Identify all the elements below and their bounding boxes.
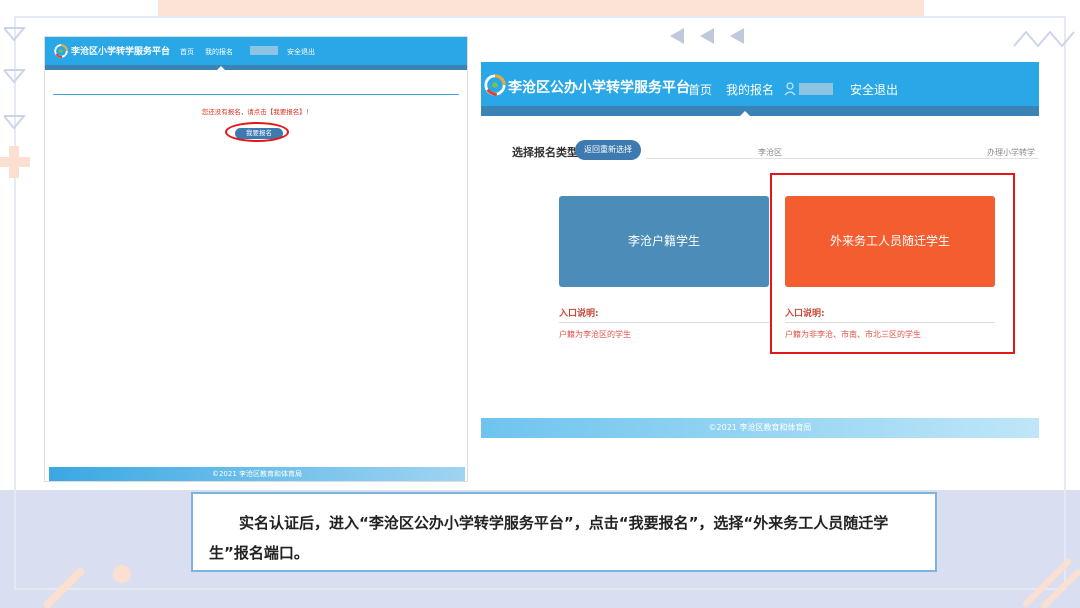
left-platform-title: 李沧区小学转学服务平台 [71,47,171,57]
plus-icon [0,146,30,178]
platform-logo-icon [54,43,68,58]
local-entry-title: 入口说明: [559,309,599,319]
right-username-blurred [799,83,833,95]
right-active-nav-indicator [739,111,751,117]
local-entry-desc: 户籍为李沧区的学生 [559,330,631,339]
local-entry-divider [559,322,769,323]
left-header-band [45,65,467,70]
right-nav-my-registration[interactable]: 我的报名 [726,81,774,98]
select-type-label: 选择报名类型 [512,146,578,159]
left-nav-home[interactable]: 首页 [180,47,194,57]
triangle-icon [0,24,28,134]
user-icon [784,81,796,100]
left-registration-notice: 您还没有报名，请点击【我要报名】！ [201,108,313,116]
left-arrow-icon [668,26,752,46]
decor-strokes [40,560,140,608]
local-student-card[interactable]: 李沧户籍学生 [559,196,769,287]
zigzag-icon [1012,26,1080,50]
left-screenshot: 李沧区小学转学服务平台 首页 我的报名 安全退出 您还没有报名，请点击【我要报名… [44,36,468,482]
right-screenshot: 李沧区公办小学转学服务平台 首页 我的报名 安全退出 选择报名类型 返回重新选择… [481,62,1039,440]
instruction-caption-box: 实名认证后，进入“李沧区公办小学转学服务平台”，点击“我要报名”，选择“外来务工… [191,492,937,572]
right-nav-home[interactable]: 首页 [688,81,712,98]
decor-stripes [1020,556,1080,608]
migrant-highlight-box [770,173,1015,354]
left-active-nav-indicator [216,66,226,71]
left-username-blurred [250,46,278,55]
instruction-caption: 实名认证后，进入“李沧区公办小学转学服务平台”，点击“我要报名”，选择“外来务工… [209,514,889,562]
left-divider [53,94,459,95]
left-nav-my-registration[interactable]: 我的报名 [205,47,233,57]
right-footer: ©2021 李沧区教育和体育局 [481,418,1039,438]
district-label: 李沧区 [758,148,782,157]
service-type-label: 办理小学转学 [987,148,1035,157]
right-platform-title: 李沧区公办小学转学服务平台 [508,80,690,96]
left-footer: ©2021 李沧区教育和体育局 [49,467,465,481]
right-logout-link[interactable]: 安全退出 [850,81,898,98]
platform-logo-icon [484,74,506,96]
type-row-divider [646,158,1039,159]
apply-button-highlight-ring [225,122,289,142]
right-header-band [481,106,1039,116]
reselect-button[interactable]: 返回重新选择 [575,140,641,160]
left-logout-link[interactable]: 安全退出 [287,47,315,57]
top-decor-band [158,0,924,16]
